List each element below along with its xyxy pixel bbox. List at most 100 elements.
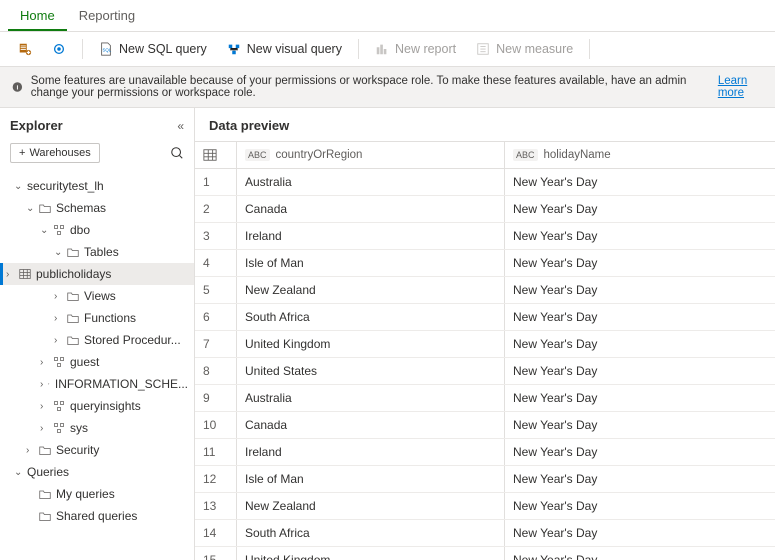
table-row[interactable]: 9AustraliaNew Year's Day xyxy=(195,385,775,412)
chevron-down-icon: ⌄ xyxy=(26,203,34,214)
add-warehouse-button[interactable]: + Warehouses xyxy=(10,143,100,163)
cell-holidayname: New Year's Day xyxy=(505,493,775,519)
row-number-cell: 10 xyxy=(195,412,237,438)
tree-item-tables[interactable]: ⌄Tables xyxy=(0,241,194,263)
tree-item-schemas[interactable]: ⌄Schemas xyxy=(0,197,194,219)
measure-icon xyxy=(476,42,490,56)
chevron-right-icon: › xyxy=(26,445,34,456)
table-row[interactable]: 12Isle of ManNew Year's Day xyxy=(195,466,775,493)
tab-home[interactable]: Home xyxy=(8,0,67,31)
table-row[interactable]: 1AustraliaNew Year's Day xyxy=(195,169,775,196)
row-number-cell: 2 xyxy=(195,196,237,222)
row-number-header[interactable] xyxy=(195,142,237,168)
chevron-right-icon: › xyxy=(54,313,62,324)
cell-countryorregion: New Zealand xyxy=(237,493,505,519)
folder-icon xyxy=(39,202,51,214)
table-row[interactable]: 11IrelandNew Year's Day xyxy=(195,439,775,466)
tab-reporting[interactable]: Reporting xyxy=(67,0,147,31)
cell-countryorregion: United States xyxy=(237,358,505,384)
permissions-banner: i Some features are unavailable because … xyxy=(0,67,775,108)
learn-more-link[interactable]: Learn more xyxy=(718,75,763,99)
tree-item-security[interactable]: ›Security xyxy=(0,439,194,461)
settings-button[interactable] xyxy=(44,38,74,60)
tree-item-dbo[interactable]: ⌄dbo xyxy=(0,219,194,241)
cell-countryorregion: Canada xyxy=(237,412,505,438)
tree-item-myqueries[interactable]: My queries xyxy=(0,483,194,505)
schema-icon xyxy=(48,378,50,390)
tree-item-sharedqueries[interactable]: Shared queries xyxy=(0,505,194,527)
table-row[interactable]: 7United KingdomNew Year's Day xyxy=(195,331,775,358)
tree-item-functions[interactable]: ›Functions xyxy=(0,307,194,329)
chevron-right-icon: › xyxy=(40,423,48,434)
table-row[interactable]: 15United KingdomNew Year's Day xyxy=(195,547,775,560)
column-header-countryorregion[interactable]: ABCcountryOrRegion xyxy=(237,142,505,168)
data-grid[interactable]: ABCcountryOrRegion ABCholidayName 1Austr… xyxy=(195,141,775,560)
tree-item-database[interactable]: ⌄securitytest_lh xyxy=(0,175,194,197)
chevron-down-icon: ⌄ xyxy=(54,247,62,258)
row-number-cell: 8 xyxy=(195,358,237,384)
table-row[interactable]: 2CanadaNew Year's Day xyxy=(195,196,775,223)
cell-countryorregion: United Kingdom xyxy=(237,331,505,357)
row-number-cell: 11 xyxy=(195,439,237,465)
cell-countryorregion: Canada xyxy=(237,196,505,222)
get-data-button[interactable] xyxy=(10,38,40,60)
column-header-holidayname[interactable]: ABCholidayName xyxy=(505,142,775,168)
cell-holidayname: New Year's Day xyxy=(505,466,775,492)
table-row[interactable]: 14South AfricaNew Year's Day xyxy=(195,520,775,547)
folder-icon xyxy=(39,444,51,456)
table-row[interactable]: 10CanadaNew Year's Day xyxy=(195,412,775,439)
tree-item-queryinsights[interactable]: ›queryinsights xyxy=(0,395,194,417)
chevron-right-icon: › xyxy=(54,291,62,302)
table-icon xyxy=(19,268,31,280)
row-number-cell: 15 xyxy=(195,547,237,560)
svg-text:i: i xyxy=(16,85,18,92)
table-row[interactable]: 13New ZealandNew Year's Day xyxy=(195,493,775,520)
tree-item-publicholidays[interactable]: ›publicholidays xyxy=(0,263,194,285)
chevron-down-icon: ⌄ xyxy=(40,225,48,236)
new-report-button: New report xyxy=(367,38,464,60)
data-preview-panel: Data preview ABCcountryOrRegion ABCholid… xyxy=(195,108,775,560)
abc-type-icon: ABC xyxy=(513,149,538,161)
report-icon xyxy=(375,42,389,56)
gear-icon xyxy=(52,42,66,56)
tree-item-information-schema[interactable]: ›INFORMATION_SCHE... xyxy=(0,373,194,395)
tree-item-sys[interactable]: ›sys xyxy=(0,417,194,439)
search-icon[interactable] xyxy=(170,146,184,160)
table-row[interactable]: 5New ZealandNew Year's Day xyxy=(195,277,775,304)
new-sql-query-button[interactable]: SQL New SQL query xyxy=(91,38,215,60)
table-row[interactable]: 3IrelandNew Year's Day xyxy=(195,223,775,250)
ribbon-tabs: Home Reporting xyxy=(0,0,775,32)
table-row[interactable]: 8United StatesNew Year's Day xyxy=(195,358,775,385)
svg-text:SQL: SQL xyxy=(103,48,112,53)
grid-header-row: ABCcountryOrRegion ABCholidayName xyxy=(195,142,775,169)
explorer-tree: ⌄securitytest_lh ⌄Schemas ⌄dbo ⌄Tables ›… xyxy=(0,171,194,560)
chevron-right-icon: › xyxy=(40,357,48,368)
new-visual-query-button[interactable]: New visual query xyxy=(219,38,350,60)
preview-title: Data preview xyxy=(195,108,775,141)
collapse-explorer-icon[interactable]: « xyxy=(177,119,184,133)
table-row[interactable]: 4Isle of ManNew Year's Day xyxy=(195,250,775,277)
schema-icon xyxy=(53,400,65,412)
row-number-cell: 6 xyxy=(195,304,237,330)
chevron-right-icon: › xyxy=(6,269,14,280)
tree-item-views[interactable]: ›Views xyxy=(0,285,194,307)
new-sql-label: New SQL query xyxy=(119,42,207,56)
tree-item-sprocs[interactable]: ›Stored Procedur... xyxy=(0,329,194,351)
toolbar-separator xyxy=(589,39,590,59)
visual-query-icon xyxy=(227,42,241,56)
tree-item-queries[interactable]: ⌄Queries xyxy=(0,461,194,483)
row-number-cell: 14 xyxy=(195,520,237,546)
folder-icon xyxy=(67,290,79,302)
row-number-cell: 3 xyxy=(195,223,237,249)
toolbar-separator xyxy=(358,39,359,59)
cell-holidayname: New Year's Day xyxy=(505,385,775,411)
cell-holidayname: New Year's Day xyxy=(505,304,775,330)
cell-holidayname: New Year's Day xyxy=(505,196,775,222)
tree-item-guest[interactable]: ›guest xyxy=(0,351,194,373)
banner-text: Some features are unavailable because of… xyxy=(31,75,710,99)
cell-countryorregion: South Africa xyxy=(237,304,505,330)
chevron-right-icon: › xyxy=(40,379,43,390)
cell-countryorregion: United Kingdom xyxy=(237,547,505,560)
table-row[interactable]: 6South AfricaNew Year's Day xyxy=(195,304,775,331)
folder-icon xyxy=(67,312,79,324)
